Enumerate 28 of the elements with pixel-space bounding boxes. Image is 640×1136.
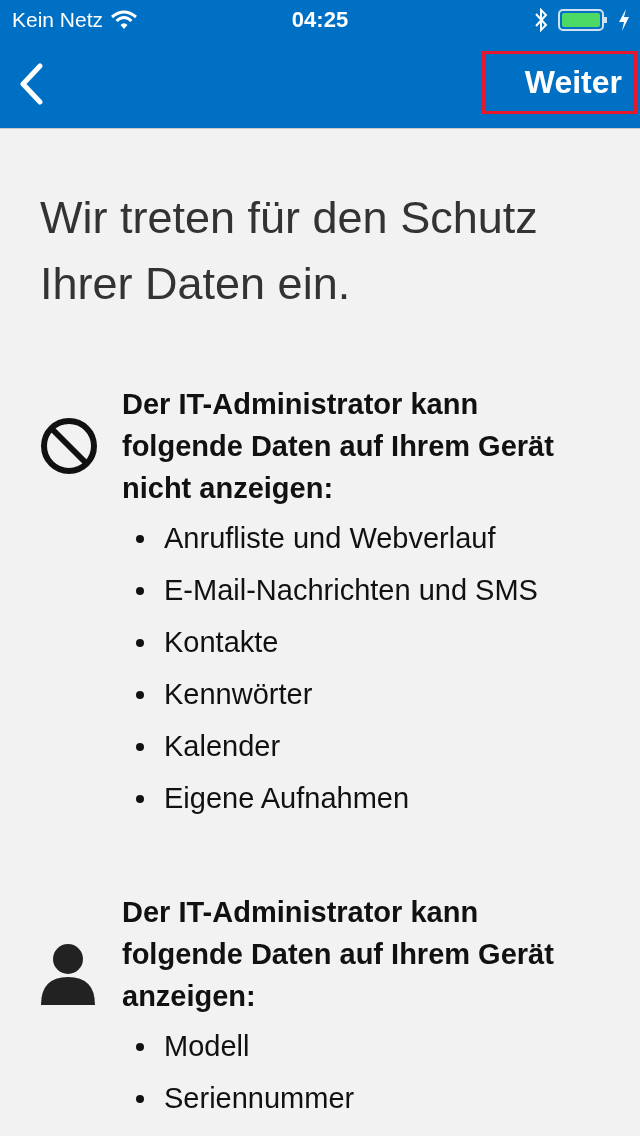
bluetooth-icon [534, 8, 548, 32]
clock-time: 04:25 [291, 7, 349, 33]
prohibited-icon [40, 417, 98, 475]
wifi-icon [111, 10, 138, 30]
list-item: Eigene Aufnahmen [164, 781, 410, 816]
section-heading: Der IT-Administrator kann folgende Daten auf Ihrem Gerät anzeigen: [122, 895, 555, 1014]
battery-icon [558, 8, 608, 32]
list-item: Anrufliste und Webverlauf [164, 521, 496, 556]
list-item: Kennwörter [164, 677, 313, 712]
carrier-label: Kein Netz [12, 8, 104, 32]
person-icon [40, 943, 96, 1005]
list-item: E-Mail-Nachrichten und SMS [164, 573, 538, 608]
bullet-icon [136, 743, 144, 751]
bullet-icon [136, 795, 144, 803]
section-heading: Der IT-Administrator kann folgende Daten auf Ihrem Gerät nicht anzeigen: [122, 387, 555, 506]
bullet-icon [136, 535, 144, 543]
list-item: Modell [164, 1029, 250, 1064]
list-item: Kontakte [164, 625, 279, 660]
list-item: Seriennummer [164, 1081, 355, 1116]
bullet-icon [136, 691, 144, 699]
list-item: Kalender [164, 729, 281, 764]
bullet-icon [136, 1043, 144, 1051]
charging-icon [618, 9, 630, 31]
next-button[interactable]: Weiter [481, 50, 637, 114]
bullet-icon [136, 639, 144, 647]
bullet-icon [136, 1095, 144, 1103]
bullet-icon [136, 587, 144, 595]
page-title: Wir treten für den Schutz Ihrer Daten ein. [40, 191, 539, 311]
